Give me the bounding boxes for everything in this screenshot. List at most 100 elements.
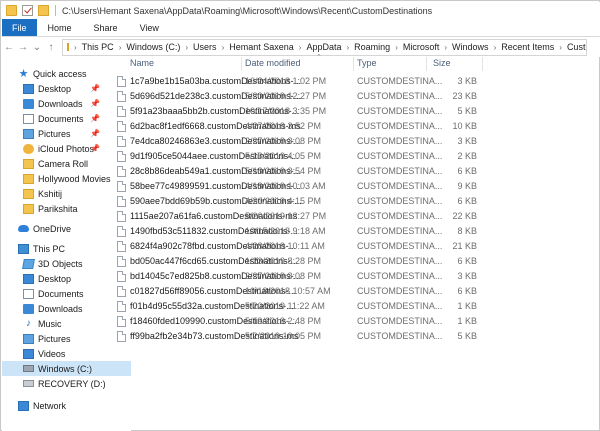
sidebar-item-label: Pictures	[38, 333, 71, 344]
file-date: 5/19/2019 2:48 PM	[245, 316, 322, 326]
column-header-type[interactable]: Type	[357, 58, 377, 72]
recent-locations-button[interactable]: ⌄	[30, 38, 44, 56]
file-icon	[117, 106, 126, 117]
explorer-window: C:\Users\Hemant Saxena\AppData\Roaming\M…	[0, 0, 600, 431]
window-title: C:\Users\Hemant Saxena\AppData\Roaming\M…	[62, 5, 433, 16]
tab-home[interactable]: Home	[37, 19, 83, 36]
column-header-name[interactable]: Name	[130, 58, 154, 72]
file-icon	[117, 121, 126, 132]
table-row[interactable]: 590aee7bdd69b59b.customDestinations-... 4…	[111, 194, 600, 209]
breadcrumb-users[interactable]: › Users	[180, 42, 216, 52]
column-header-date[interactable]: Date modified	[245, 58, 301, 72]
table-row[interactable]: 7e4dca80246863e3.customDestinations-... 2…	[111, 134, 600, 149]
sidebar-item-label: Desktop	[38, 83, 72, 94]
table-row[interactable]: 1490fbd53c511832.customDestinations-... 1…	[111, 224, 600, 239]
desktop-icon	[23, 273, 34, 284]
sidebar-item-label: iCloud Photos	[38, 143, 95, 154]
column-divider[interactable]	[482, 57, 483, 71]
table-row[interactable]: bd050ac447f6cd65.customDestinations-... 1…	[111, 254, 600, 269]
file-date: 4/20/2019 4:15 PM	[245, 196, 322, 206]
downloads-icon	[23, 98, 34, 109]
file-icon	[117, 151, 126, 162]
column-header-size[interactable]: Size	[433, 58, 451, 72]
tab-file[interactable]: File	[2, 19, 37, 36]
column-divider[interactable]	[353, 57, 354, 71]
breadcrumb-customdestinations[interactable]: › CustomDestinations	[554, 42, 586, 52]
file-date: 10/17/2018 3:35 PM	[245, 106, 327, 116]
table-row[interactable]: 5f91a23baaa5bb2b.customDestinations-... 1…	[111, 104, 600, 119]
column-divider[interactable]	[241, 57, 242, 71]
sidebar-item-label: 3D Objects	[38, 258, 83, 269]
breadcrumb-hemant-saxena[interactable]: › Hemant Saxena	[217, 42, 294, 52]
table-row[interactable]: f01b4d95c55d32a.customDestinations-... 5/…	[111, 299, 600, 314]
pictures-icon	[23, 128, 34, 139]
table-row[interactable]: bd14045c7ed825b8.customDestinations-... 2…	[111, 269, 600, 284]
new-folder-icon[interactable]	[38, 5, 49, 16]
breadcrumb-recent-items[interactable]: › Recent Items	[489, 42, 555, 52]
breadcrumb-windows[interactable]: › Windows	[439, 42, 488, 52]
table-row[interactable]: 6d2bac8f1edf6668.customDestinations-ms 4/…	[111, 119, 600, 134]
breadcrumb-microsoft[interactable]: › Microsoft	[390, 42, 439, 52]
table-row[interactable]: 28c8b86deab549a1.customDestinations-... 5…	[111, 164, 600, 179]
breadcrumb-label: Roaming	[354, 42, 391, 52]
table-row[interactable]: 1c7a9be1b15a03ba.customDestinations-... 1…	[111, 74, 600, 89]
breadcrumb-label: Windows (C:)	[126, 42, 181, 52]
file-size: 1 KB	[457, 316, 477, 326]
sidebar-item-label: Desktop	[38, 273, 72, 284]
table-row[interactable]: 9d1f905ce5044aee.customDestinations-... 5…	[111, 149, 600, 164]
breadcrumb-this-pc[interactable]: › This PC	[69, 42, 114, 52]
properties-icon[interactable]	[22, 5, 33, 16]
pc-icon	[18, 243, 29, 254]
address-bar[interactable]: › This PC › Windows (C:) › Users › Hemant Sa…	[62, 38, 587, 56]
title-bar: C:\Users\Hemant Saxena\AppData\Roaming\M…	[2, 2, 600, 19]
chevron-right-icon: ›	[559, 42, 562, 52]
folder-icon	[23, 158, 34, 169]
forward-button[interactable]: →	[16, 38, 30, 56]
file-size: 21 KB	[452, 241, 477, 251]
file-icon	[117, 91, 126, 102]
sidebar-item-label: Documents	[38, 288, 84, 299]
file-date: 5/13/2019 3:54 PM	[245, 166, 322, 176]
breadcrumb-label: CustomDestinations	[566, 42, 586, 52]
file-icon	[117, 76, 126, 87]
3d-objects-icon	[22, 258, 35, 269]
star-icon: ★	[18, 67, 29, 80]
table-row[interactable]: 5d696d521de238c3.customDestinations-... 5…	[111, 89, 600, 104]
column-divider[interactable]	[426, 57, 427, 71]
sidebar-item-label: Quick access	[33, 68, 87, 79]
file-icon	[117, 301, 126, 312]
file-date: 10/18/2018 10:57 AM	[245, 286, 331, 296]
breadcrumb-label: Recent Items	[501, 42, 555, 52]
drive-icon	[23, 365, 34, 372]
file-date: 4/18/2019 10:03 AM	[245, 181, 326, 191]
sidebar-item-label: Videos	[38, 348, 66, 359]
table-row[interactable]: f18460fded109990.customDestinations-... 5…	[111, 314, 600, 329]
tab-view[interactable]: View	[129, 19, 170, 36]
breadcrumb-windows-c[interactable]: › Windows (C:)	[114, 42, 181, 52]
back-button[interactable]: ←	[2, 38, 16, 56]
table-row[interactable]: 1115ae207a61fa6.customDestinations-ms 5/2…	[111, 209, 600, 224]
chevron-right-icon: ›	[185, 42, 189, 52]
sidebar-item-label: OneDrive	[33, 223, 72, 234]
tab-share[interactable]: Share	[83, 19, 129, 36]
file-size: 8 KB	[457, 226, 477, 236]
file-size: 6 KB	[457, 196, 477, 206]
sidebar-item-label: Kshitij	[38, 188, 63, 199]
ribbon-tabs: File Home Share View	[2, 19, 600, 36]
breadcrumb-roaming[interactable]: › Roaming	[341, 42, 390, 52]
file-date: 4/28/2019 10:11 AM	[245, 241, 325, 251]
chevron-right-icon: ›	[118, 42, 122, 52]
breadcrumb-appdata[interactable]: › AppData	[294, 42, 342, 52]
sidebar-item-label: Downloads	[38, 303, 83, 314]
sidebar-item-label: Parikshita	[38, 203, 78, 214]
table-row[interactable]: c01827d56ff89056.customDestinations-... 1…	[111, 284, 600, 299]
file-icon	[117, 286, 126, 297]
pin-icon: 📌	[90, 114, 100, 123]
file-date: 10/15/2018 9:18 AM	[245, 226, 326, 236]
up-button[interactable]: ↑	[44, 38, 58, 56]
file-size: 6 KB	[457, 166, 477, 176]
table-row[interactable]: 6824f4a902c78fbd.customDestinations-... 4…	[111, 239, 600, 254]
table-row[interactable]: ff99ba2fb2e34b73.customDestinations-ms 5/…	[111, 329, 600, 344]
address-row: ← → ⌄ ↑ › This PC › Windows (C:) › Users › H…	[2, 37, 600, 57]
table-row[interactable]: 58bee77c49899591.customDestinations-... 4…	[111, 179, 600, 194]
